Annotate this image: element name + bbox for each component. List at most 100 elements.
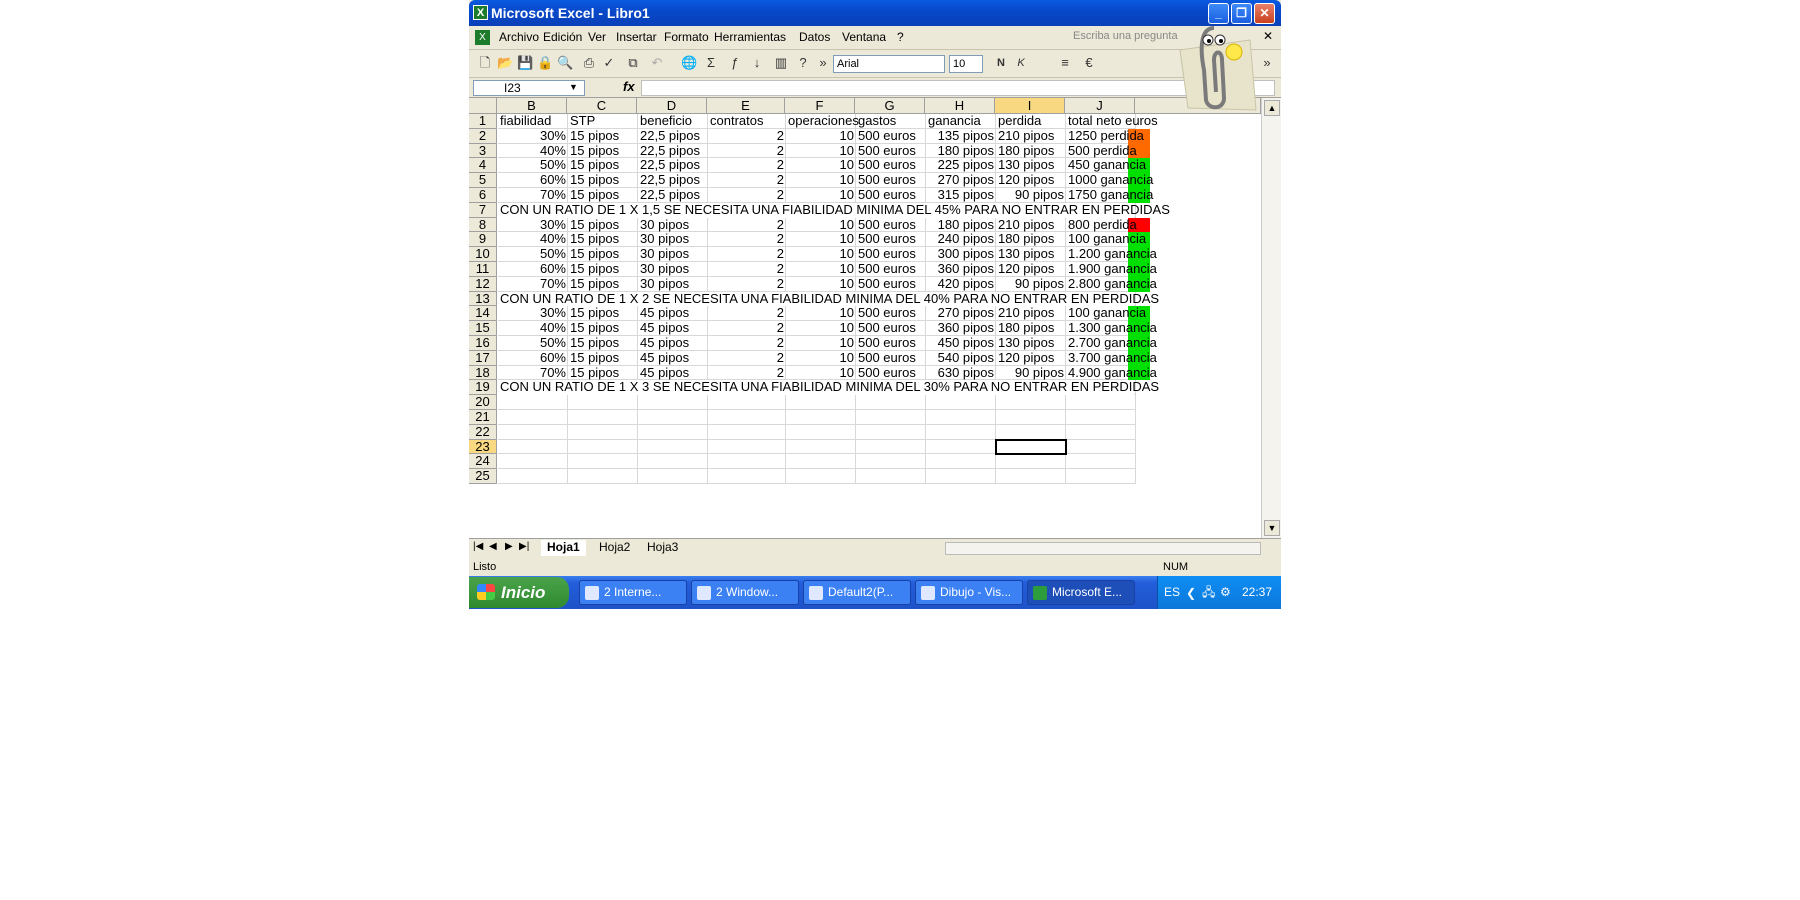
taskbar-internet-explorer[interactable]: 2 Interne... xyxy=(579,580,687,605)
data-cell[interactable]: 30 pipos xyxy=(638,217,708,233)
bold-button[interactable]: N xyxy=(993,55,1009,71)
sheet-tab-hoja2[interactable]: Hoja2 xyxy=(593,540,636,556)
grid-cell[interactable] xyxy=(926,395,996,410)
network-icon[interactable]: 🖧 xyxy=(1202,576,1215,609)
taskbar-windows[interactable]: 2 Window... xyxy=(691,580,799,605)
data-cell[interactable]: 10 xyxy=(786,143,856,159)
data-cell[interactable]: 135 pipos xyxy=(926,128,996,144)
grid-cell[interactable] xyxy=(568,439,638,455)
data-cell[interactable]: 10 xyxy=(786,172,856,188)
data-cell[interactable]: 15 pipos xyxy=(568,158,638,173)
data-cell[interactable]: 450 pipos xyxy=(926,335,996,351)
select-all-corner[interactable] xyxy=(469,98,497,114)
column-header[interactable]: I xyxy=(995,98,1065,114)
data-cell[interactable]: 2 xyxy=(708,276,786,292)
data-cell[interactable]: 10 xyxy=(786,276,856,292)
grid-cell[interactable] xyxy=(926,424,996,440)
row-header[interactable]: 13 xyxy=(469,291,497,307)
data-cell[interactable]: 500 euros xyxy=(856,143,926,159)
data-cell[interactable]: 500 euros xyxy=(856,232,926,247)
grid-cell[interactable] xyxy=(856,410,926,425)
data-cell[interactable]: 270 pipos xyxy=(926,172,996,188)
data-cell[interactable]: 40% xyxy=(498,143,568,159)
data-cell[interactable]: 180 pipos xyxy=(996,143,1066,159)
data-cell[interactable]: 10 xyxy=(786,350,856,366)
grid-cell[interactable] xyxy=(568,469,638,484)
taskbar-microsoft-excel[interactable]: Microsoft E... xyxy=(1027,580,1135,605)
data-cell[interactable]: 70% xyxy=(498,276,568,292)
row-header[interactable]: 8 xyxy=(469,217,497,233)
grid-cell[interactable] xyxy=(638,454,708,470)
toolbar-options-icon[interactable]: » xyxy=(815,55,831,71)
data-cell[interactable]: 500 euros xyxy=(856,261,926,277)
data-cell[interactable]: 30% xyxy=(498,217,568,233)
data-cell[interactable]: 30 pipos xyxy=(638,261,708,277)
font-name-select[interactable]: Arial xyxy=(833,55,945,73)
data-cell[interactable]: 3.700 ganancia xyxy=(1066,350,1166,366)
italic-button[interactable]: K xyxy=(1013,55,1029,71)
data-cell[interactable]: 10 xyxy=(786,335,856,351)
header-cell[interactable]: STP xyxy=(568,113,638,129)
grid-cell[interactable] xyxy=(568,424,638,440)
column-header[interactable]: E xyxy=(707,98,785,114)
data-cell[interactable]: 2 xyxy=(708,232,786,247)
row-header[interactable]: 23 xyxy=(469,439,497,455)
row-header[interactable]: 16 xyxy=(469,335,497,351)
data-cell[interactable]: 90 pipos xyxy=(996,276,1066,292)
data-cell[interactable]: 50% xyxy=(498,335,568,351)
row-header[interactable]: 19 xyxy=(469,380,497,396)
tray-expand-icon[interactable]: ❮ xyxy=(1186,577,1196,609)
menu-ver[interactable]: Ver xyxy=(588,30,606,44)
data-cell[interactable]: 50% xyxy=(498,246,568,262)
data-cell[interactable]: 1000 ganancia xyxy=(1066,172,1166,188)
row-header[interactable]: 22 xyxy=(469,424,497,440)
data-cell[interactable]: 1.900 ganancia xyxy=(1066,261,1166,277)
data-cell[interactable]: 2 xyxy=(708,128,786,144)
row-header[interactable]: 20 xyxy=(469,394,497,410)
header-cell[interactable]: beneficio xyxy=(638,113,708,129)
data-cell[interactable]: 500 euros xyxy=(856,246,926,262)
grid-cell[interactable] xyxy=(996,424,1066,440)
column-header[interactable]: D xyxy=(637,98,707,114)
data-cell[interactable]: 100 ganancia xyxy=(1066,232,1166,247)
menu-edicion[interactable]: Edición xyxy=(543,30,582,44)
data-cell[interactable]: 30% xyxy=(498,306,568,321)
data-cell[interactable]: 10 xyxy=(786,306,856,321)
grid-cell[interactable] xyxy=(498,454,568,470)
scroll-up-icon[interactable]: ▲ xyxy=(1264,100,1280,116)
row-header[interactable]: 17 xyxy=(469,350,497,366)
next-sheet-icon[interactable]: ▶ xyxy=(505,541,513,552)
grid-cell[interactable] xyxy=(568,454,638,470)
grid-cell[interactable] xyxy=(786,454,856,470)
data-cell[interactable]: 2 xyxy=(708,187,786,203)
new-icon[interactable]: 🗋 xyxy=(477,55,493,71)
data-cell[interactable]: 22,5 pipos xyxy=(638,128,708,144)
active-cell-selection[interactable] xyxy=(995,438,1067,456)
grid-cell[interactable] xyxy=(786,395,856,410)
menu-formato[interactable]: Formato xyxy=(664,30,709,44)
grid-cell[interactable] xyxy=(926,469,996,484)
column-header[interactable]: F xyxy=(785,98,855,114)
data-cell[interactable]: 210 pipos xyxy=(996,217,1066,233)
grid-cell[interactable] xyxy=(1066,439,1136,455)
data-cell[interactable]: 15 pipos xyxy=(568,335,638,351)
last-sheet-icon[interactable]: ▶| xyxy=(519,541,529,552)
data-cell[interactable]: 40% xyxy=(498,232,568,247)
data-cell[interactable]: 500 euros xyxy=(856,158,926,173)
grid-cell[interactable] xyxy=(856,469,926,484)
grid-cell[interactable] xyxy=(498,439,568,455)
column-header[interactable]: J xyxy=(1065,98,1135,114)
data-cell[interactable]: 210 pipos xyxy=(996,128,1066,144)
data-cell[interactable]: 15 pipos xyxy=(568,365,638,381)
data-cell[interactable]: 45 pipos xyxy=(638,306,708,321)
ratio-note[interactable]: CON UN RATIO DE 1 X 2 SE NECESITA UNA FI… xyxy=(498,291,1159,307)
data-cell[interactable]: 420 pipos xyxy=(926,276,996,292)
grid-cell[interactable] xyxy=(638,410,708,425)
help-icon[interactable]: ? xyxy=(795,55,811,71)
data-cell[interactable]: 10 xyxy=(786,158,856,173)
data-cell[interactable]: 315 pipos xyxy=(926,187,996,203)
hyperlink-icon[interactable]: 🌐 xyxy=(681,55,697,71)
data-cell[interactable]: 2 xyxy=(708,306,786,321)
data-cell[interactable]: 500 euros xyxy=(856,276,926,292)
menu-archivo[interactable]: Archivo xyxy=(499,30,539,44)
